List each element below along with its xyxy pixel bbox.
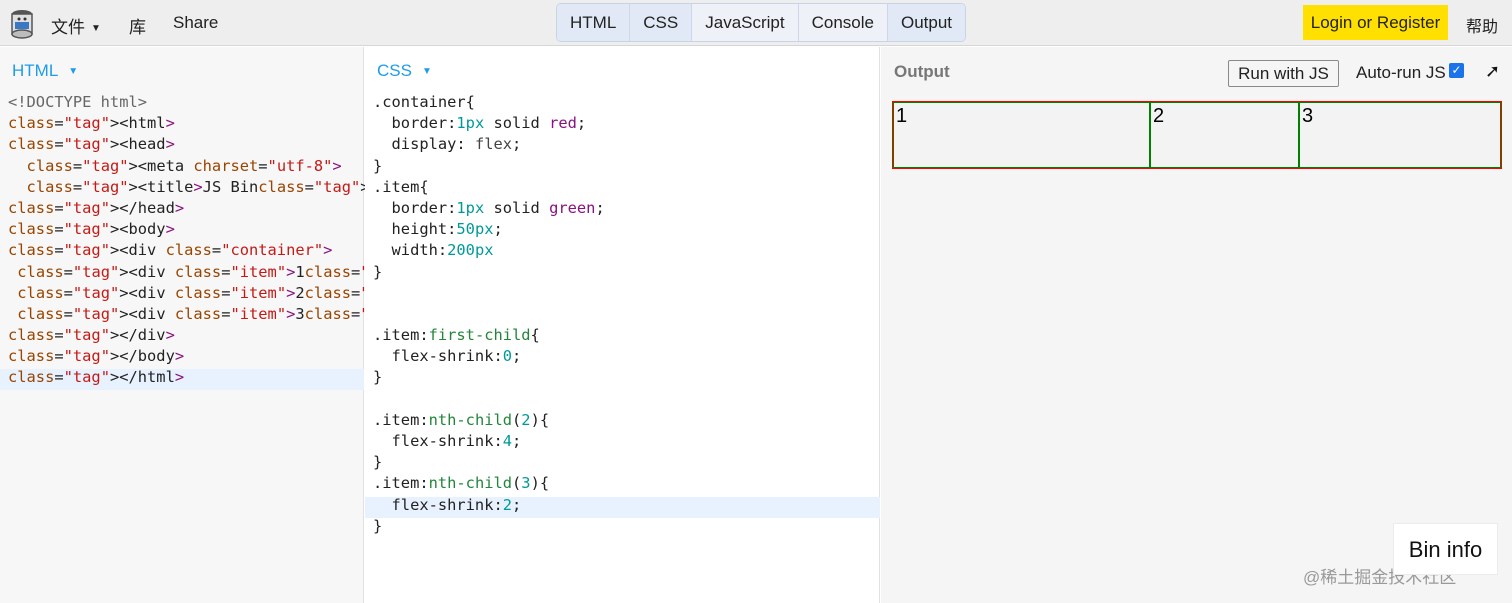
arrow-up-right-icon[interactable]: ➚ bbox=[1485, 61, 1500, 82]
css-editor-pane: CSS ▼ .container{ border:1px solid red; d… bbox=[365, 47, 880, 603]
tab-javascript[interactable]: JavaScript bbox=[692, 4, 799, 41]
css-code-line bbox=[373, 304, 605, 325]
css-code-line bbox=[373, 283, 605, 304]
menu-library[interactable]: 库 bbox=[129, 13, 146, 38]
menu-file[interactable]: 文件 ▼ bbox=[51, 13, 101, 38]
login-register-button[interactable]: Login or Register bbox=[1303, 5, 1448, 40]
bin-info-button[interactable]: Bin info bbox=[1393, 523, 1498, 575]
menu-share[interactable]: Share bbox=[173, 13, 218, 33]
css-pane-title-label: CSS bbox=[377, 61, 412, 80]
css-code-line: .item{ bbox=[373, 177, 429, 196]
tab-html[interactable]: HTML bbox=[557, 4, 631, 41]
tab-css[interactable]: CSS bbox=[630, 4, 693, 41]
top-toolbar: 文件 ▼ 库 Share HTML CSS JavaScript Console … bbox=[0, 0, 1512, 46]
jsbin-logo-icon[interactable] bbox=[10, 9, 34, 39]
tab-console[interactable]: Console bbox=[798, 4, 888, 41]
css-code-line: .item:nth-child(2){ bbox=[373, 410, 550, 429]
output-pane: Output Run with JS Auto-run JS ✓ ➚ 1 2 3… bbox=[881, 47, 1512, 603]
css-code-line: .item:first-child{ bbox=[373, 326, 540, 345]
help-menu[interactable]: 帮助 bbox=[1466, 13, 1498, 37]
css-code-line: } bbox=[373, 516, 383, 535]
output-container: 1 2 3 bbox=[892, 101, 1502, 169]
caret-down-icon: ▼ bbox=[68, 66, 79, 78]
css-code-editor[interactable]: .container{ border:1px solid red; displa… bbox=[373, 92, 605, 537]
run-with-js-button[interactable]: Run with JS bbox=[1228, 60, 1339, 87]
output-item-1: 1 bbox=[893, 102, 1150, 168]
caret-down-icon: ▼ bbox=[91, 23, 101, 35]
output-item-2: 2 bbox=[1150, 102, 1299, 168]
css-code-line: width:200px bbox=[373, 241, 494, 260]
css-code-line: } bbox=[373, 156, 383, 175]
tab-output[interactable]: Output bbox=[888, 4, 966, 41]
panel-tabs: HTML CSS JavaScript Console Output bbox=[556, 3, 967, 42]
css-code-line: display: flex; bbox=[373, 135, 522, 154]
output-item-3: 3 bbox=[1299, 102, 1501, 168]
css-code-line: .container{ bbox=[373, 93, 475, 111]
css-code-line: border:1px solid green; bbox=[373, 198, 605, 217]
css-code-line: flex-shrink:0; bbox=[373, 347, 522, 366]
css-code-line: flex-shrink:2; bbox=[373, 495, 522, 514]
menu-file-label: 文件 bbox=[51, 18, 85, 37]
css-code-line: .item:nth-child(3){ bbox=[373, 474, 550, 493]
output-pane-title: Output bbox=[894, 62, 950, 81]
html-editor-pane: HTML ▼ <!DOCTYPE html> class="tag"><html> c… bbox=[0, 47, 472, 603]
css-code-line: border:1px solid red; bbox=[373, 114, 587, 133]
html-pane-title[interactable]: HTML ▼ bbox=[12, 61, 78, 81]
css-code-line: flex-shrink:4; bbox=[373, 432, 522, 450]
autorun-label: Auto-run JS bbox=[1356, 63, 1446, 82]
css-pane-title[interactable]: CSS ▼ bbox=[377, 61, 432, 81]
css-code-line bbox=[373, 389, 605, 410]
css-code-line: } bbox=[373, 453, 383, 472]
css-code-line: } bbox=[373, 262, 383, 281]
css-code-line: } bbox=[373, 368, 383, 387]
css-code-line: height:50px; bbox=[373, 220, 503, 239]
caret-down-icon: ▼ bbox=[421, 66, 432, 78]
html-pane-title-label: HTML bbox=[12, 61, 59, 80]
autorun-checkbox[interactable]: ✓ bbox=[1449, 63, 1464, 78]
